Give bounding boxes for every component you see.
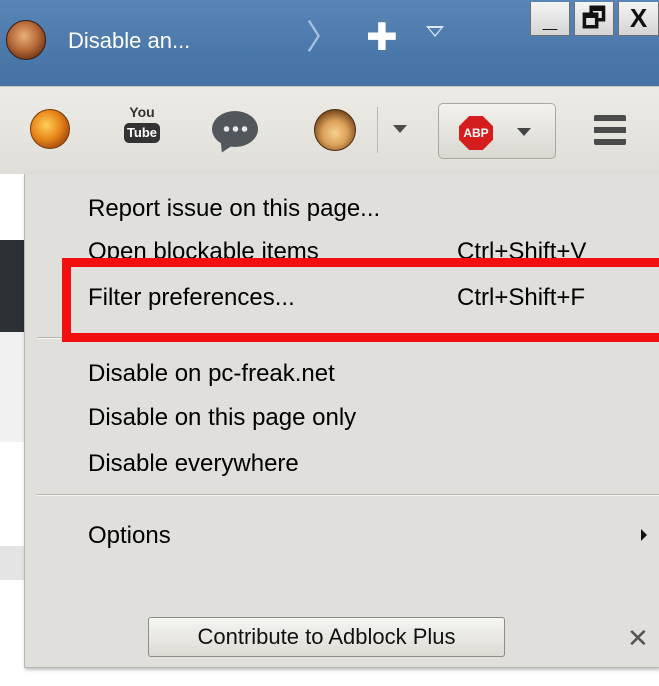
highlight-annotation (62, 258, 659, 342)
youtube-icon[interactable]: You Tube (124, 103, 160, 151)
close-icon[interactable]: ✕ (627, 625, 649, 651)
menu-item-shortcut: Ctrl+Shift+V (457, 238, 587, 260)
submenu-arrow-icon (641, 529, 647, 541)
navigation-toolbar: You Tube ABP (0, 86, 659, 174)
tabs-list-dropdown-icon[interactable] (426, 26, 444, 37)
firefox-icon[interactable] (30, 109, 70, 149)
youtube-icon-top-text: You (129, 104, 155, 120)
menu-item-disable-everywhere[interactable]: Disable everywhere (25, 442, 659, 486)
menu-item-label: Disable on pc-freak.net (88, 360, 335, 387)
menu-item-disable-on-page[interactable]: Disable on this page only (25, 396, 659, 440)
toolbar-separator (377, 107, 378, 153)
hamburger-menu-icon[interactable] (594, 115, 626, 145)
adblock-plus-menu: Report issue on this page... Open blocka… (24, 174, 659, 668)
menu-separator (37, 494, 659, 496)
menu-item-label: Open blockable items (88, 238, 319, 260)
abp-icon: ABP (459, 116, 493, 150)
contribute-button[interactable]: Contribute to Adblock Plus (148, 617, 505, 657)
minimize-button[interactable]: _ (530, 2, 570, 36)
abp-dropdown-icon[interactable] (517, 128, 531, 136)
chevron-down-icon[interactable] (393, 125, 407, 133)
browser-tab[interactable]: Disable an... (0, 0, 300, 84)
page-content-gray (0, 546, 24, 580)
page-content-dark (0, 240, 24, 332)
menu-item-options[interactable]: Options (25, 514, 659, 558)
chat-dots (222, 125, 248, 133)
menu-item-label: Report issue on this page... (88, 195, 381, 222)
youtube-icon-bottom-text: Tube (124, 123, 160, 143)
menu-item-report-issue[interactable]: Report issue on this page... (25, 187, 659, 231)
tab-title: Disable an... (68, 28, 191, 53)
menu-item-label: Disable everywhere (88, 450, 299, 477)
menu-item-label: Options (88, 522, 171, 549)
new-tab-icon[interactable]: ✚ (366, 18, 398, 58)
menu-item-disable-on-site[interactable]: Disable on pc-freak.net (25, 352, 659, 396)
chat-icon[interactable] (212, 111, 258, 147)
menu-item-label: Disable on this page only (88, 404, 357, 431)
menu-item-open-blockable[interactable]: Open blockable items Ctrl+Shift+V (25, 230, 659, 260)
monkey-icon[interactable] (314, 109, 356, 151)
close-window-button[interactable]: X (618, 2, 659, 36)
title-bar: Disable an... 〉 ✚ _ 🗗 X (0, 0, 659, 86)
tab-favicon-icon (6, 20, 46, 60)
page-content-light (0, 332, 24, 442)
tab-scroll-right-icon[interactable]: 〉 (306, 18, 340, 58)
adblock-plus-button[interactable]: ABP (438, 103, 556, 159)
restore-button[interactable]: 🗗 (574, 2, 614, 36)
